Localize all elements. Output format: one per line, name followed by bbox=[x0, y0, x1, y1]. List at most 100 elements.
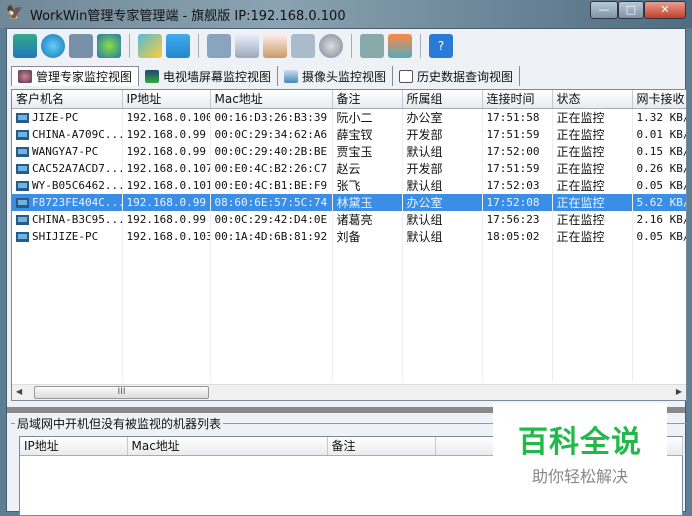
empty-cell bbox=[122, 363, 211, 381]
cell-status: 正在监控 bbox=[552, 193, 633, 211]
cell-note: 刘备 bbox=[332, 227, 403, 245]
empty-cell bbox=[332, 261, 403, 279]
table-row[interactable]: WY-B05C6462... 192.168.0.101 00:E0:4C:B1:B… bbox=[12, 176, 686, 194]
scroll-right-arrow-icon[interactable]: ▶ bbox=[676, 387, 682, 396]
cell-text: 00:E0:4C:B1:BE:F9 bbox=[214, 178, 328, 192]
cell-text: 2.16 KB/ bbox=[636, 212, 687, 226]
toolbar-separator bbox=[129, 34, 130, 58]
tab-label: 管理专家监控视图 bbox=[36, 70, 133, 84]
maximize-button[interactable]: □ bbox=[618, 1, 644, 19]
cell-text: 192.168.0.99 bbox=[126, 127, 206, 141]
cell-text: 0.05 KB/ bbox=[636, 229, 687, 243]
table-row[interactable]: CAC52A7ACD7... 192.168.0.107 00:E0:4C:B2:2… bbox=[12, 159, 686, 177]
cell-text: 正在监控 bbox=[556, 178, 605, 193]
empty-row bbox=[12, 346, 686, 364]
document-search-icon[interactable] bbox=[263, 34, 287, 58]
cell-connect-time: 17:56:23 bbox=[482, 210, 553, 228]
book-icon[interactable] bbox=[360, 34, 384, 58]
computer-icon bbox=[16, 214, 29, 225]
cell-text: 0.01 KB/ bbox=[636, 127, 687, 141]
computer-icon bbox=[16, 231, 29, 242]
cell-ip: 192.168.0.100 bbox=[122, 108, 211, 126]
empty-cell bbox=[402, 312, 483, 330]
group-title: 局域网中开机但没有被监视的机器列表 bbox=[15, 415, 224, 432]
usb-icon[interactable] bbox=[166, 34, 190, 58]
empty-cell bbox=[552, 278, 633, 296]
empty-cell bbox=[482, 363, 553, 381]
picture-icon bbox=[145, 69, 160, 83]
empty-cell bbox=[12, 363, 123, 381]
table-row[interactable]: JIZE-PC 192.168.0.100 00:16:D3:26:B3:39 阮小二… bbox=[12, 108, 686, 126]
cell-client-name: CHINA-B3C95... bbox=[12, 210, 123, 228]
cell-text: 赵云 bbox=[336, 161, 361, 176]
monitor-settings-icon[interactable] bbox=[69, 34, 93, 58]
table-row[interactable]: CHINA-B3C95... 192.168.0.99 00:0C:29:42:D4… bbox=[12, 210, 687, 228]
minimize-button[interactable]: — bbox=[590, 1, 618, 19]
empty-cell bbox=[12, 329, 123, 347]
cell-status: 正在监控 bbox=[552, 108, 633, 126]
cell-text: 0.15 KB/ bbox=[636, 144, 687, 158]
cell-nic-receive: 0.01 KB/ bbox=[632, 125, 687, 143]
table-row[interactable]: F8723FE404C... 192.168.0.99 08:60:6E:57:5C… bbox=[12, 193, 686, 211]
chart-icon[interactable] bbox=[138, 34, 162, 58]
mail-icon[interactable] bbox=[235, 34, 259, 58]
column-header-mac[interactable]: Mac地址 bbox=[127, 437, 328, 456]
scroll-left-arrow-icon[interactable]: ◀ bbox=[16, 387, 22, 396]
close-button[interactable]: ✕ bbox=[644, 1, 686, 19]
scroll-thumb[interactable]: III bbox=[34, 386, 209, 399]
column-header-client-name[interactable]: 客户机名 bbox=[12, 90, 123, 109]
column-header-note[interactable]: 备注 bbox=[327, 437, 436, 456]
toolbar-separator bbox=[420, 34, 421, 58]
watermark-title: 百科全说 bbox=[518, 425, 642, 460]
column-header-ip[interactable]: IP地址 bbox=[20, 437, 128, 456]
empty-cell bbox=[552, 346, 633, 364]
column-header-group[interactable]: 所属组 bbox=[402, 90, 483, 109]
help-icon[interactable]: ? bbox=[429, 34, 453, 58]
cell-text: 17:52:00 bbox=[486, 144, 540, 158]
column-header-nic-receive[interactable]: 网卡接收 bbox=[632, 90, 686, 109]
cell-text: CHINA-B3C95... bbox=[32, 212, 122, 226]
cell-text: 00:16:D3:26:B3:39 bbox=[214, 110, 328, 124]
column-header-status[interactable]: 状态 bbox=[552, 90, 633, 109]
watermark-subtitle: 助你轻松解决 bbox=[531, 467, 628, 486]
cell-text: 17:51:59 bbox=[486, 161, 540, 175]
cell-text: 17:56:23 bbox=[486, 212, 540, 226]
cell-nic-receive: 2.16 KB/ bbox=[632, 210, 687, 228]
disc-icon[interactable] bbox=[319, 34, 343, 58]
cell-text: SHIJIZE-PC bbox=[32, 229, 99, 243]
tab-label: 历史数据查询视图 bbox=[417, 69, 514, 84]
windows-icon[interactable] bbox=[13, 34, 37, 58]
multi-window-icon[interactable] bbox=[291, 34, 315, 58]
screen-icon[interactable] bbox=[207, 34, 231, 58]
cell-text: 林黛玉 bbox=[336, 195, 373, 210]
empty-cell bbox=[122, 278, 211, 296]
empty-cell bbox=[210, 261, 333, 279]
cell-group: 默认组 bbox=[402, 227, 483, 245]
table-row[interactable]: SHIJIZE-PC 192.168.0.103 00:1A:4D:6B:81:92… bbox=[12, 227, 687, 245]
tab-camera-view[interactable]: 摄像头监控视图 bbox=[278, 66, 394, 86]
cell-status: 正在监控 bbox=[552, 210, 633, 228]
cell-text: 正在监控 bbox=[556, 229, 605, 244]
table-row[interactable]: WANGYA7-PC 192.168.0.99 00:0C:29:40:2B:BE 贾… bbox=[12, 142, 687, 160]
column-header-mac[interactable]: Mac地址 bbox=[210, 90, 333, 109]
users-icon[interactable] bbox=[97, 34, 121, 58]
cell-note: 林黛玉 bbox=[332, 193, 403, 211]
tab-tv-wall-view[interactable]: 电视墙屏幕监控视图 bbox=[139, 66, 279, 86]
cell-nic-receive: 0.05 KB/ bbox=[632, 176, 686, 194]
cell-text: 正在监控 bbox=[556, 110, 605, 125]
empty-cell bbox=[332, 346, 403, 364]
table-row[interactable]: CHINA-A709C... 192.168.0.99 00:0C:29:34:62… bbox=[12, 125, 687, 143]
tab-history-view[interactable]: 历史数据查询视图 bbox=[393, 66, 521, 86]
column-header-connect-time[interactable]: 连接时间 bbox=[482, 90, 553, 109]
empty-cell bbox=[122, 244, 211, 262]
tab-monitor-view[interactable]: 管理专家监控视图 bbox=[11, 66, 140, 86]
empty-cell bbox=[122, 312, 211, 330]
cell-text: 00:0C:29:42:D4:0E bbox=[214, 212, 328, 226]
column-header-ip[interactable]: IP地址 bbox=[122, 90, 211, 109]
cell-note: 阮小二 bbox=[332, 108, 403, 126]
horizontal-scrollbar[interactable]: ◀ III ▶ bbox=[12, 384, 686, 400]
globe-icon[interactable] bbox=[41, 34, 65, 58]
empty-cell bbox=[210, 244, 333, 262]
column-header-note[interactable]: 备注 bbox=[332, 90, 403, 109]
user-card-icon[interactable] bbox=[388, 34, 412, 58]
